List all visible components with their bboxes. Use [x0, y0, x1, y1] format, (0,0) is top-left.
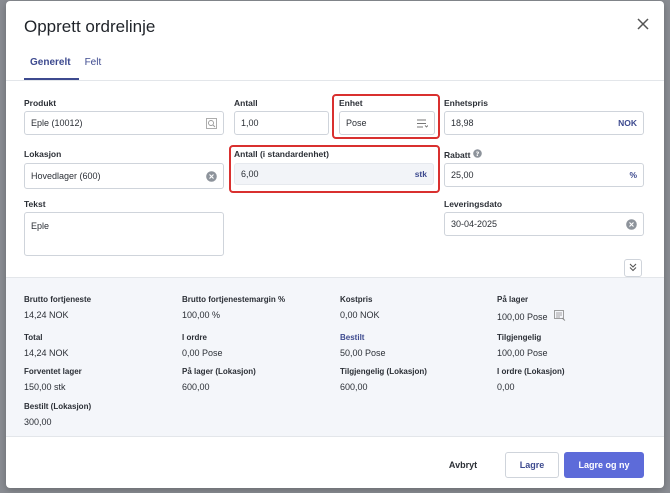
- save-and-new-button[interactable]: Lagre og ny: [564, 452, 644, 478]
- stat-key: Bestilt (Lokasjon): [24, 402, 92, 411]
- tab-generelt[interactable]: Generelt: [24, 57, 79, 80]
- antall-std-field: 6,00 stk: [234, 163, 434, 185]
- stat-value: 0,00 Pose: [182, 348, 223, 358]
- stat-item: På lager 100,00 Pose: [497, 295, 566, 323]
- stat-key: Brutto fortjenestemargin %: [182, 295, 286, 304]
- leveringsdato-field[interactable]: 30-04-2025: [444, 212, 644, 236]
- lokasjon-label: Lokasjon: [24, 149, 62, 159]
- stat-value: 100,00 Pose: [497, 348, 548, 358]
- bestilt-link[interactable]: Bestilt: [340, 333, 386, 342]
- rabatt-field[interactable]: 25,00 %: [444, 163, 644, 187]
- help-icon[interactable]: ?: [473, 149, 483, 160]
- stat-key: Total: [24, 333, 43, 342]
- stat-key: På lager (Lokasjon): [182, 367, 256, 376]
- warehouse-details-icon[interactable]: [553, 310, 566, 323]
- svg-text:?: ?: [476, 150, 480, 158]
- clear-date-icon[interactable]: [625, 218, 637, 230]
- stat-key: I ordre: [182, 333, 207, 342]
- produkt-field[interactable]: Eple (10012): [24, 111, 224, 135]
- lokasjon-select[interactable]: Hovedlager (600): [24, 163, 224, 189]
- expand-button[interactable]: [624, 259, 642, 277]
- stat-value: 0,00 NOK: [340, 310, 380, 320]
- stat-key: Tilgjengelig: [497, 333, 542, 342]
- close-icon[interactable]: [634, 15, 652, 33]
- stat-value: 50,00 Pose: [340, 348, 386, 358]
- stat-item: Kostpris 0,00 NOK: [340, 295, 380, 320]
- double-chevron-down-icon: [628, 259, 638, 277]
- leveringsdato-value: 30-04-2025: [451, 219, 498, 229]
- stat-key: Kostpris: [340, 295, 373, 304]
- antall-label: Antall: [234, 98, 258, 108]
- enhetspris-field[interactable]: 18,98 NOK: [444, 111, 644, 135]
- antall-value: 1,00: [241, 118, 259, 128]
- enhetspris-label: Enhetspris: [444, 98, 488, 108]
- rabatt-value: 25,00: [451, 170, 474, 180]
- produkt-label: Produkt: [24, 98, 57, 108]
- stat-item: I ordre 0,00 Pose: [182, 333, 223, 358]
- stat-key: Brutto fortjeneste: [24, 295, 92, 304]
- stat-value: 600,00: [340, 382, 368, 392]
- enhet-label: Enhet: [339, 98, 363, 108]
- currency-suffix: NOK: [618, 118, 637, 128]
- stat-item: I ordre (Lokasjon) 0,00: [497, 367, 565, 392]
- stat-value: 100,00 Pose: [497, 311, 548, 322]
- tekst-value: Eple: [31, 221, 50, 231]
- antall-std-value: 6,00: [241, 169, 259, 179]
- tab-bar: Generelt Felt: [24, 57, 109, 80]
- unit-suffix: stk: [414, 169, 427, 179]
- stat-value: 0,00: [497, 382, 515, 392]
- stat-key: Tilgjengelig (Lokasjon): [340, 367, 427, 376]
- search-icon[interactable]: [205, 117, 217, 129]
- enhet-select[interactable]: Pose: [339, 111, 435, 135]
- tab-divider: [6, 80, 664, 81]
- lokasjon-value: Hovedlager (600): [31, 171, 101, 181]
- list-icon[interactable]: [416, 117, 428, 129]
- stats-panel: Brutto fortjeneste 14,24 NOK Brutto fort…: [6, 277, 664, 437]
- stat-key: I ordre (Lokasjon): [497, 367, 565, 376]
- stat-item: Brutto fortjenestemargin % 100,00 %: [182, 295, 285, 320]
- stat-value: 100,00 %: [182, 310, 221, 320]
- stat-key: På lager: [497, 295, 529, 304]
- stat-item: Bestilt (Lokasjon) 300,00: [24, 402, 91, 427]
- enhetspris-value: 18,98: [451, 118, 474, 128]
- dialog-title: Opprett ordrelinje: [24, 17, 156, 36]
- stat-item: På lager (Lokasjon) 600,00: [182, 367, 256, 392]
- clear-icon[interactable]: [205, 170, 217, 182]
- enhet-value: Pose: [346, 118, 367, 128]
- stat-key: Forventet lager: [24, 367, 82, 376]
- stat-item: Bestilt 50,00 Pose: [340, 333, 386, 358]
- stat-item: Tilgjengelig (Lokasjon) 600,00: [340, 367, 427, 392]
- antall-std-label: Antall (i standardenhet): [234, 149, 329, 159]
- produkt-value: Eple (10012): [31, 118, 83, 128]
- rabatt-label: Rabatt: [444, 149, 471, 160]
- stat-item: Brutto fortjeneste 14,24 NOK: [24, 295, 91, 320]
- tekst-label: Tekst: [24, 199, 46, 209]
- antall-field[interactable]: 1,00: [234, 111, 329, 135]
- save-button[interactable]: Lagre: [505, 452, 559, 478]
- stat-value: 600,00: [182, 382, 210, 392]
- tekst-textarea[interactable]: Eple: [24, 212, 224, 256]
- rabatt-label-row: Rabatt ?: [444, 149, 483, 160]
- stat-value: 14,24 NOK: [24, 310, 69, 320]
- stat-item: Forventet lager 150,00 stk: [24, 367, 82, 392]
- stat-value: 150,00 stk: [24, 382, 66, 392]
- tab-felt[interactable]: Felt: [79, 57, 110, 80]
- stat-item: Tilgjengelig 100,00 Pose: [497, 333, 548, 358]
- stat-value: 14,24 NOK: [24, 348, 69, 358]
- percent-suffix: %: [629, 170, 637, 180]
- stat-item: Total 14,24 NOK: [24, 333, 69, 358]
- cancel-button[interactable]: Avbryt: [438, 452, 488, 478]
- leveringsdato-label: Leveringsdato: [444, 199, 503, 209]
- stat-value: 300,00: [24, 417, 52, 427]
- order-line-dialog: Opprett ordrelinje Generelt Felt Produkt…: [6, 1, 664, 488]
- stat-value-row: 100,00 Pose: [497, 310, 566, 323]
